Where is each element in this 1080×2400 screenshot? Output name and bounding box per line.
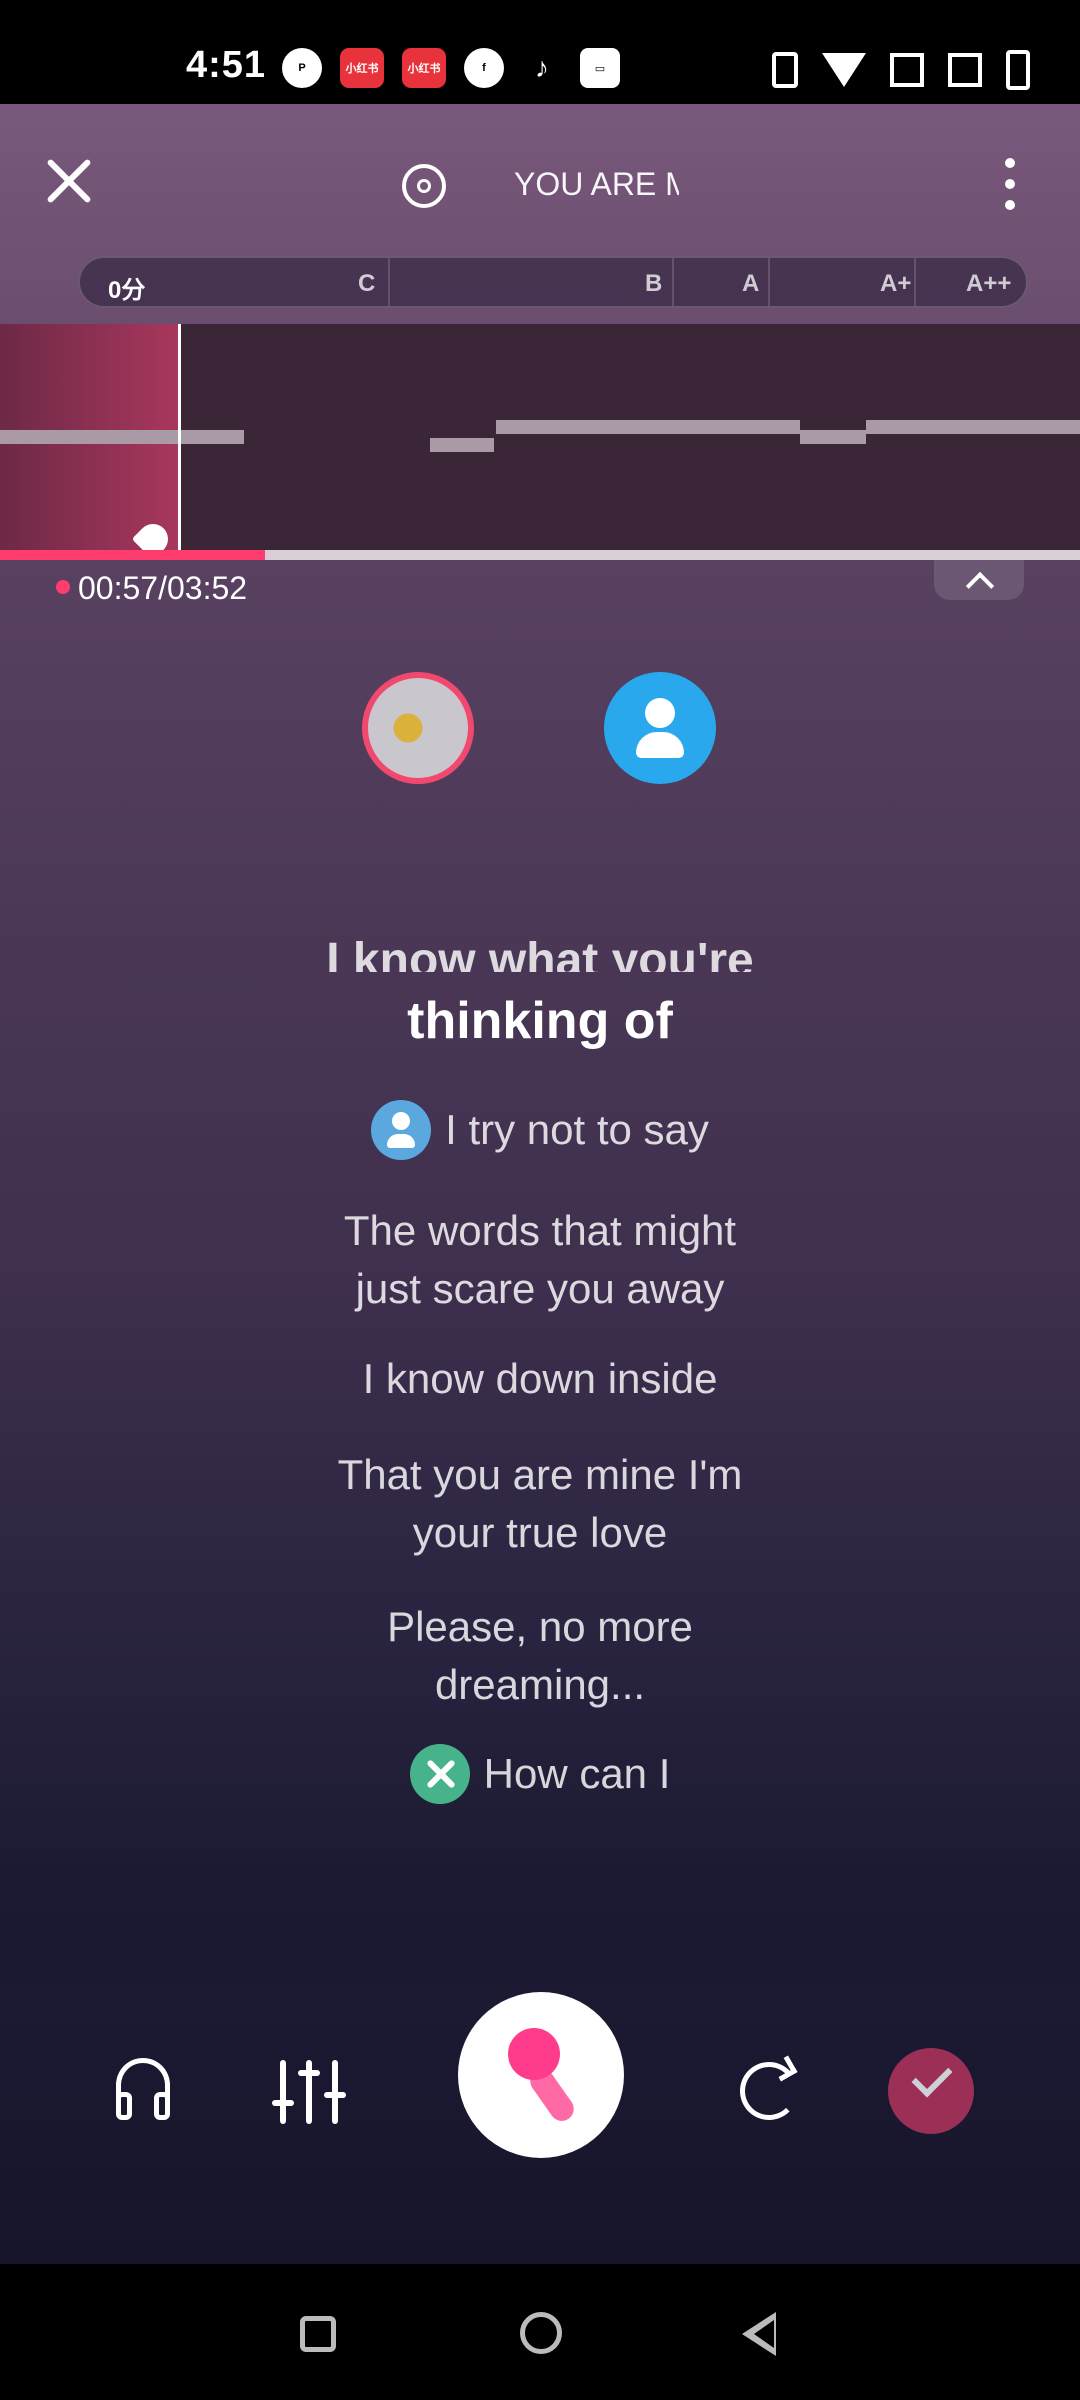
lyric-line: The words that might	[343, 1207, 737, 1254]
lyric-line: Please, no more	[387, 1603, 693, 1650]
avatar-singer-1[interactable]	[362, 672, 474, 784]
song-title: YOU ARE M	[514, 166, 679, 202]
xiaohongshu-icon: 小红书	[402, 48, 446, 88]
tiktok-icon: ♪	[535, 52, 549, 83]
status-time: 4:51	[186, 44, 267, 86]
collapse-button[interactable]	[934, 560, 1024, 600]
duet-icon	[409, 1744, 470, 1804]
xiaohongshu-icon: 小红书	[340, 48, 384, 88]
recents-button[interactable]	[300, 2316, 336, 2352]
pitch-note	[496, 420, 800, 434]
vibrate-icon	[772, 52, 798, 88]
p-app-icon: P	[282, 48, 322, 88]
grade-c: C	[358, 270, 376, 297]
grade-divider	[768, 258, 770, 306]
lyric-line: That you are mine I'm	[337, 1451, 743, 1498]
score-bar: 0分 C B A A+ A++	[78, 256, 1028, 308]
pitch-note	[0, 430, 244, 444]
inbox-icon: ▭	[580, 48, 620, 88]
pitch-note	[430, 438, 494, 452]
avatar-singer-2[interactable]	[604, 672, 716, 784]
lyric-line: I know down inside	[362, 1355, 718, 1402]
lyric-line-previous: I know what you're	[326, 934, 754, 972]
battery-charging-icon	[1006, 50, 1030, 90]
facebook-icon: f	[464, 48, 504, 88]
finish-button[interactable]	[888, 2048, 974, 2134]
pitch-cursor-line	[178, 324, 181, 550]
user-icon	[371, 1100, 432, 1160]
current-score: 0分	[108, 277, 146, 304]
lyric-line-current: thinking of	[407, 992, 673, 1050]
restart-icon[interactable]	[740, 2062, 798, 2120]
grade-a: A	[742, 270, 760, 297]
notification-icons: P 小红书 小红书 f ♪ ▭	[282, 48, 620, 88]
pitch-visualizer	[0, 324, 1080, 561]
playback-time: 00:57/03:52	[78, 570, 248, 606]
lyric-line: just scare you away	[355, 1265, 725, 1312]
grade-divider	[672, 258, 674, 306]
disc-icon[interactable]	[402, 164, 446, 208]
grade-divider	[388, 258, 390, 306]
recording-dot	[56, 580, 70, 594]
user-icon	[645, 698, 675, 728]
close-button[interactable]	[44, 156, 94, 206]
status-bar: 4:51 P 小红书 小红书 f ♪ ▭	[0, 0, 1080, 104]
pitch-note	[866, 420, 1080, 434]
lyric-line: dreaming...	[434, 1661, 646, 1708]
back-button[interactable]	[742, 2312, 776, 2356]
home-button[interactable]	[520, 2312, 562, 2354]
karaoke-screen: YOU ARE M 0分 C B A A+ A++ 00:57/03:52 I …	[0, 104, 1080, 2264]
progress-fill	[0, 550, 265, 560]
more-options-button[interactable]	[1000, 158, 1020, 212]
equalizer-icon[interactable]	[272, 2060, 346, 2124]
system-icons	[772, 50, 1030, 90]
signal-off-icon	[890, 53, 924, 87]
grade-divider	[914, 258, 916, 306]
headphones-icon[interactable]	[116, 2058, 178, 2120]
lyric-line: How can I	[0, 1744, 1080, 1819]
grade-b: B	[645, 270, 663, 297]
lyric-line: your true love	[412, 1509, 668, 1556]
pitch-note	[800, 430, 866, 444]
grade-a-plus-plus: A++	[966, 270, 1012, 297]
grade-a-plus: A+	[880, 270, 912, 297]
progress-track[interactable]	[0, 550, 1080, 560]
wifi-icon	[822, 53, 866, 87]
lyric-line: I try not to say	[0, 1100, 1080, 1175]
signal-off-icon	[948, 53, 982, 87]
microphone-button[interactable]	[458, 1992, 624, 2158]
